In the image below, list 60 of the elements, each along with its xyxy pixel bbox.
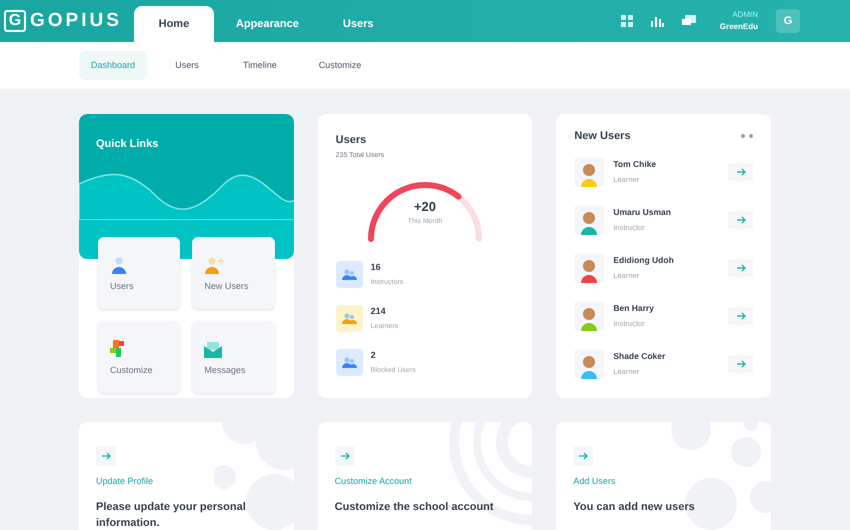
arrow-right-icon bbox=[340, 451, 350, 461]
open-user-button[interactable] bbox=[728, 210, 753, 228]
open-user-button[interactable] bbox=[728, 354, 753, 372]
sub-tab[interactable]: Customize bbox=[302, 50, 378, 80]
user-name: Tom Chike bbox=[613, 158, 658, 170]
users-icon bbox=[342, 313, 357, 324]
nav-tab[interactable]: Appearance bbox=[214, 6, 321, 42]
nav-tab[interactable]: Home bbox=[134, 6, 214, 42]
logo-icon: G bbox=[4, 10, 26, 32]
gauge-value: +20 bbox=[414, 198, 436, 216]
chat-icon[interactable] bbox=[682, 15, 696, 27]
card-text: Please update your personal information. bbox=[96, 500, 247, 530]
stat-value: 214 bbox=[370, 305, 387, 318]
go-button[interactable] bbox=[96, 446, 116, 466]
bar-chart-icon[interactable] bbox=[650, 15, 664, 27]
user-name: Ben Harry bbox=[613, 302, 655, 314]
card-link[interactable]: Customize Account bbox=[334, 475, 412, 488]
card-title: Users bbox=[336, 133, 368, 148]
logo-text: GOPIUS bbox=[30, 8, 122, 33]
organization-name: GreenEdu bbox=[720, 21, 758, 33]
open-user-button[interactable] bbox=[728, 306, 753, 324]
sub-tab[interactable]: Dashboard bbox=[79, 50, 148, 80]
users-icon bbox=[342, 357, 357, 368]
add-user-icon bbox=[204, 256, 226, 274]
quick-link-tile[interactable]: Messages bbox=[192, 321, 275, 393]
arrow-right-icon bbox=[736, 166, 746, 176]
role-label: ADMIN bbox=[732, 9, 758, 21]
stat-value: 16 bbox=[370, 261, 382, 274]
go-button[interactable] bbox=[573, 446, 594, 466]
card-link[interactable]: Add Users bbox=[573, 475, 616, 488]
card-text: Customize the school account bbox=[334, 500, 495, 514]
arrow-right-icon bbox=[736, 214, 746, 224]
arrow-right-icon bbox=[578, 451, 588, 461]
arrow-right-icon bbox=[736, 310, 746, 320]
card-text: You can add new users bbox=[573, 500, 696, 514]
sub-tab[interactable]: Timeline bbox=[227, 50, 293, 80]
open-user-button[interactable] bbox=[728, 162, 753, 180]
user-icon bbox=[110, 256, 128, 274]
user-name: Edidiong Udoh bbox=[613, 254, 675, 266]
arrow-right-icon bbox=[101, 451, 111, 461]
puzzle-icon bbox=[110, 340, 126, 358]
grid-icon[interactable] bbox=[620, 15, 633, 27]
quick-link-tile[interactable]: Customize bbox=[98, 321, 180, 393]
quick-link-tile[interactable]: Users bbox=[98, 237, 180, 309]
arrow-right-icon bbox=[736, 262, 746, 272]
card-title: New Users bbox=[574, 129, 631, 144]
go-button[interactable] bbox=[334, 446, 355, 466]
sub-tab[interactable]: Users bbox=[157, 50, 218, 80]
card-title: Quick Links bbox=[96, 138, 158, 150]
stat-value: 2 bbox=[370, 349, 377, 362]
arrow-right-icon bbox=[736, 358, 746, 368]
users-icon bbox=[342, 269, 357, 280]
nav-tab[interactable]: Users bbox=[320, 6, 396, 42]
user-name: Umaru Usman bbox=[613, 206, 672, 218]
quick-link-tile[interactable]: New Users bbox=[192, 237, 275, 309]
card-link[interactable]: Update Profile bbox=[96, 475, 154, 488]
open-user-button[interactable] bbox=[728, 258, 753, 276]
user-name: Shade Coker bbox=[613, 350, 666, 362]
more-icon[interactable] bbox=[741, 134, 753, 138]
envelope-icon bbox=[204, 342, 222, 358]
